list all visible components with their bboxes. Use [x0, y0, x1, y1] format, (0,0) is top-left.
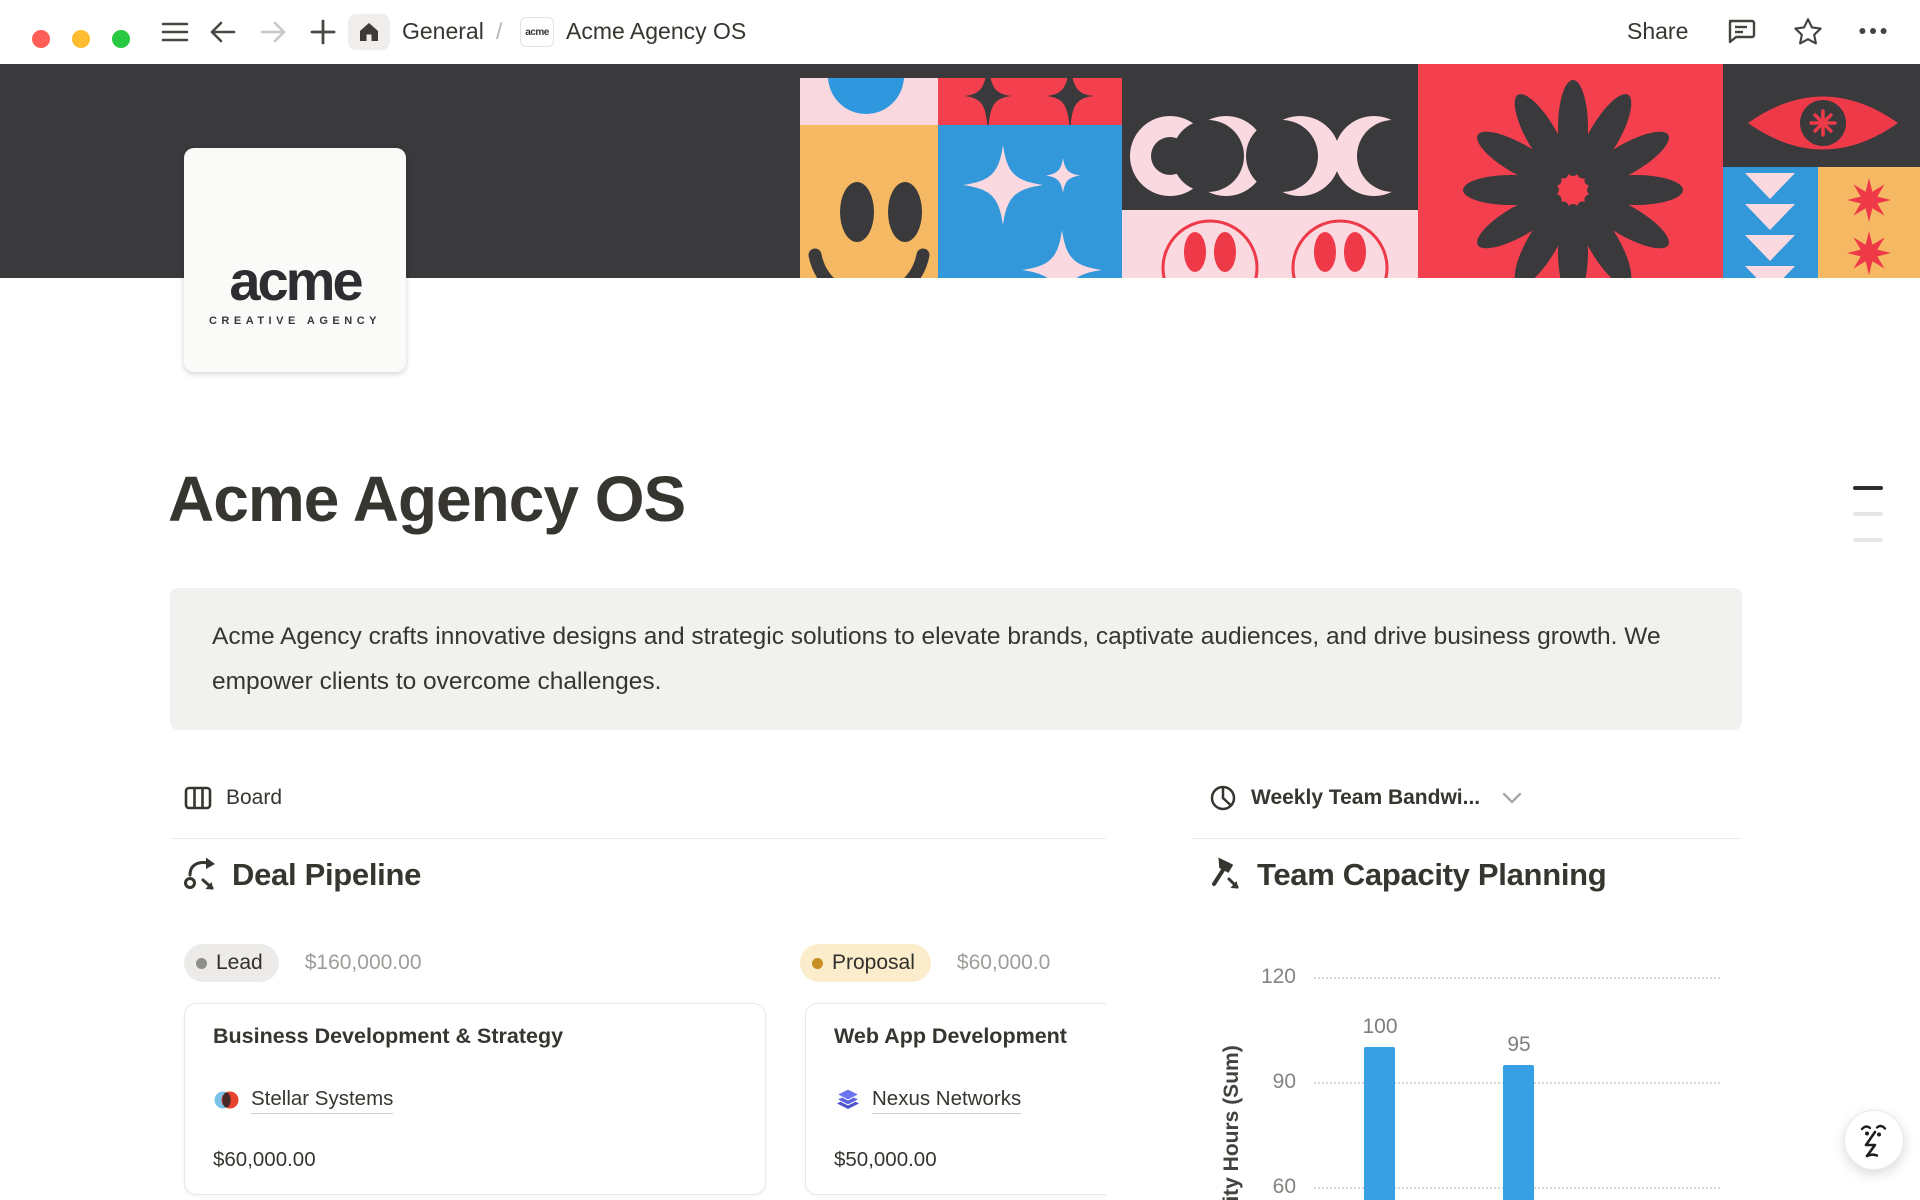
more-options-icon[interactable] [1858, 16, 1888, 46]
chevron-down-icon[interactable] [1502, 792, 1522, 804]
team-capacity-heading: Team Capacity Planning [1207, 856, 1606, 894]
logo-wordmark: acme [229, 253, 360, 309]
cover-tile-blue-circle [800, 78, 938, 125]
share-button[interactable]: Share [1627, 18, 1688, 45]
hammer-planning-icon [1207, 856, 1245, 894]
sidebar-menu-icon[interactable] [160, 17, 190, 47]
kanban-group-proposal: Proposal $60,000.0 [800, 943, 1050, 983]
new-tab-plus-icon[interactable] [308, 17, 338, 47]
column-total: $160,000.00 [305, 951, 422, 975]
toc-line [1853, 538, 1883, 542]
breadcrumb-page-icon: acme [520, 17, 554, 47]
status-dot [812, 958, 823, 969]
minimize-window-button[interactable] [72, 30, 90, 48]
board-view-icon [184, 785, 212, 811]
cover-tile-starbursts [1818, 167, 1920, 278]
column-total: $60,000.0 [957, 951, 1050, 975]
notion-ai-button[interactable] [1844, 1110, 1904, 1170]
y-tick-120: 120 [1238, 963, 1296, 991]
bar-value-label: 100 [1352, 1015, 1408, 1039]
comments-icon[interactable] [1726, 16, 1756, 46]
breadcrumb-general[interactable]: General [402, 18, 484, 45]
cover-tile-outline-smileys [1122, 210, 1418, 278]
cover-tile-thin-stars [938, 78, 1122, 125]
chart-bar-1[interactable] [1364, 1047, 1395, 1200]
home-icon[interactable] [348, 14, 390, 50]
chart-bar-2[interactable] [1503, 1065, 1534, 1200]
favorite-star-icon[interactable] [1793, 16, 1823, 46]
deal-pipeline-title: Deal Pipeline [232, 857, 421, 893]
status-label: Proposal [832, 951, 915, 975]
page-title: Acme Agency OS [168, 462, 685, 536]
team-capacity-title: Team Capacity Planning [1257, 857, 1606, 893]
kanban-card-web-app-development[interactable]: Web App Development Nexus Networks $50,0… [805, 1003, 1106, 1195]
zoom-window-button[interactable] [112, 30, 130, 48]
gridline [1314, 977, 1720, 979]
nexus-networks-logo-icon [834, 1086, 862, 1114]
app-window: General / acme Acme Agency OS Share [0, 0, 1920, 1200]
cover-tile-triangles [1723, 167, 1818, 278]
page-icon-logo[interactable]: acme CREATIVE AGENCY [184, 148, 406, 372]
stellar-systems-logo-icon [213, 1086, 241, 1114]
close-window-button[interactable] [32, 30, 50, 48]
card-client-link[interactable]: Stellar Systems [251, 1087, 393, 1114]
toolbar: General / acme Acme Agency OS Share [0, 0, 1920, 64]
forward-arrow-icon[interactable] [258, 17, 288, 47]
bar-value-label: 95 [1491, 1033, 1547, 1057]
toc-line [1853, 512, 1883, 516]
deal-pipeline-heading: Deal Pipeline [182, 856, 421, 894]
cover-tile-sparkles [938, 125, 1122, 278]
card-client-row[interactable]: Stellar Systems [213, 1086, 393, 1114]
pipeline-flow-icon [182, 856, 220, 894]
y-tick-60: 60 [1238, 1173, 1296, 1200]
card-amount: $50,000.00 [834, 1148, 937, 1172]
status-badge-lead[interactable]: Lead [184, 944, 279, 982]
deal-pipeline-section: Board Deal Pipeline [170, 760, 1106, 1200]
card-title: Web App Development [834, 1024, 1067, 1049]
cover-tile-eye [1723, 78, 1920, 167]
kanban-group-lead: Lead $160,000.00 [184, 943, 422, 983]
cover-tile-smiley [800, 125, 938, 278]
ai-face-icon [1856, 1120, 1892, 1160]
tab-board-view[interactable]: Board [184, 776, 282, 820]
cover-tile-flower [1418, 64, 1723, 278]
card-client-row[interactable]: Nexus Networks [834, 1086, 1021, 1114]
status-dot [196, 958, 207, 969]
card-title: Business Development & Strategy [213, 1024, 563, 1049]
y-tick-90: 90 [1238, 1068, 1296, 1096]
cover-tile-oddc-shapes [1122, 78, 1418, 210]
board-view-label: Board [226, 786, 282, 810]
kanban-card-business-development[interactable]: Business Development & Strategy Stellar … [184, 1003, 766, 1195]
status-label: Lead [216, 951, 263, 975]
card-client-link[interactable]: Nexus Networks [872, 1087, 1021, 1114]
card-amount: $60,000.00 [213, 1148, 316, 1172]
callout-block: Acme Agency crafts innovative designs an… [170, 588, 1742, 730]
toc-line [1853, 486, 1883, 490]
status-badge-proposal[interactable]: Proposal [800, 944, 931, 982]
pie-chart-icon [1209, 784, 1237, 812]
breadcrumb-separator: / [496, 18, 502, 45]
capacity-view-label: Weekly Team Bandwi... [1251, 786, 1480, 810]
tab-weekly-team-bandwidth[interactable]: Weekly Team Bandwi... [1209, 776, 1522, 820]
section-divider [1191, 838, 1742, 839]
breadcrumb-current-page[interactable]: Acme Agency OS [566, 18, 746, 45]
logo-tagline: CREATIVE AGENCY [209, 315, 381, 327]
callout-text: Acme Agency crafts innovative designs an… [212, 614, 1712, 704]
section-divider [170, 838, 1106, 839]
back-arrow-icon[interactable] [208, 17, 238, 47]
